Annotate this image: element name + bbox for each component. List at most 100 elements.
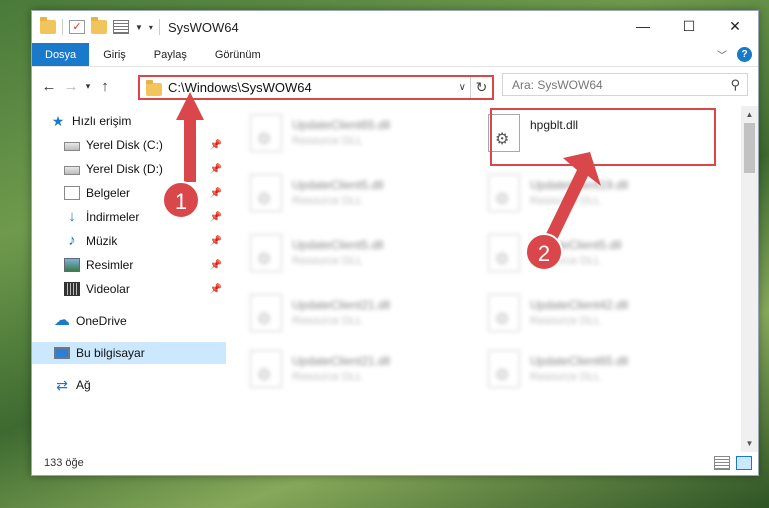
file-name: UpdateClient65.dll: [292, 118, 391, 132]
item-count: 133 öğe: [44, 457, 84, 469]
details-view-icon[interactable]: [714, 456, 730, 470]
address-bar[interactable]: C:\Windows\SysWOW64 ∨ ↻: [138, 75, 494, 100]
computer-icon: [54, 347, 70, 359]
tab-view[interactable]: Görünüm: [201, 43, 275, 66]
sidebar-item-label: Ağ: [76, 378, 91, 392]
sidebar-item-network[interactable]: ⇄ Ağ: [32, 374, 226, 396]
search-icon[interactable]: ⚲: [730, 77, 740, 93]
file-type: Resource DLL: [292, 315, 363, 327]
sidebar-item-quick-access[interactable]: ★ Hızlı erişim: [32, 110, 226, 132]
pin-icon[interactable]: 📌: [210, 164, 222, 175]
file-tile[interactable]: UpdateClient5.dllResource DLL: [228, 230, 448, 276]
pin-icon[interactable]: 📌: [210, 188, 222, 199]
pin-icon[interactable]: 📌: [210, 236, 222, 247]
highlight-box: [490, 108, 716, 166]
pin-icon[interactable]: 📌: [210, 260, 222, 271]
step-badge-1: 1: [162, 181, 200, 219]
file-tile[interactable]: UpdateClient42.dll Resource DLL: [466, 290, 686, 336]
sidebar-item-label: OneDrive: [76, 314, 127, 328]
address-path[interactable]: C:\Windows\SysWOW64: [168, 80, 312, 95]
minimize-button[interactable]: —: [620, 11, 666, 41]
cloud-icon: ☁: [54, 312, 70, 329]
sidebar-item-label: Müzik: [86, 234, 118, 248]
sidebar-item-local-disk-d[interactable]: Yerel Disk (D:) 📌: [32, 158, 226, 180]
drive-icon: [64, 165, 80, 175]
sidebar-item-local-disk-c[interactable]: Yerel Disk (C:) 📌: [32, 134, 226, 156]
search-input[interactable]: Ara: SysWOW64 ⚲: [502, 73, 748, 96]
file-tile[interactable]: UpdateClient65.dll Resource DLL: [228, 110, 448, 156]
properties-check-icon[interactable]: ✓: [69, 20, 85, 34]
sidebar-item-label: Yerel Disk (D:): [86, 162, 163, 176]
dll-file-icon: [250, 350, 282, 388]
maximize-button[interactable]: ☐: [666, 11, 712, 41]
file-list: UpdateClient65.dllResource DLL hpgblt.dl…: [228, 106, 742, 451]
refresh-icon[interactable]: ↻: [470, 77, 492, 98]
file-name: UpdateClient5.dll: [292, 178, 384, 192]
file-tile[interactable]: UpdateClient5.dllResource DLL: [466, 230, 686, 276]
back-arrow-icon[interactable]: ←: [38, 78, 60, 95]
scroll-up-icon[interactable]: ▲: [741, 106, 758, 123]
status-bar: 133 öğe: [32, 451, 758, 475]
quick-access-toolbar: ✓ ▼ ▾: [32, 17, 160, 35]
file-tile[interactable]: UpdateClient21.dll Resource DLL: [228, 290, 448, 336]
file-tile[interactable]: UpdateClient5.dll Resource DLL: [228, 170, 448, 216]
customize-toolbar-icon[interactable]: ▾: [149, 23, 153, 32]
file-name: UpdateClient21.dll: [292, 298, 391, 312]
forward-arrow-icon[interactable]: →: [60, 78, 82, 95]
sidebar-item-music[interactable]: ♪ Müzik 📌: [32, 230, 226, 252]
file-tile[interactable]: UpdateClient21.dll Resource DLL: [228, 346, 448, 392]
up-arrow-icon[interactable]: ↑: [94, 78, 116, 95]
navigation-pane: ★ Hızlı erişim Yerel Disk (C:) 📌 Yerel D…: [32, 106, 226, 451]
dropdown-arrow-icon[interactable]: ▼: [135, 23, 143, 32]
pictures-icon: [64, 258, 80, 272]
pin-icon[interactable]: 📌: [210, 140, 222, 151]
scroll-down-icon[interactable]: ▼: [741, 435, 758, 452]
dll-file-icon: [250, 174, 282, 212]
search-placeholder: Ara: SysWOW64: [512, 77, 603, 92]
window-title: SysWOW64: [167, 19, 239, 35]
tab-home[interactable]: Giriş: [89, 43, 140, 66]
pin-icon[interactable]: 📌: [210, 212, 222, 223]
close-button[interactable]: ✕: [712, 11, 758, 41]
toolbar-divider: [158, 19, 160, 35]
customize-icon[interactable]: [113, 20, 129, 34]
sidebar-item-label: Bu bilgisayar: [76, 346, 145, 360]
vertical-scrollbar[interactable]: ▲ ▼: [741, 106, 758, 452]
new-folder-icon[interactable]: [91, 17, 107, 34]
sidebar-item-label: Videolar: [86, 282, 130, 296]
tab-file[interactable]: Dosya: [32, 43, 90, 66]
file-name: UpdateClient42.dll: [530, 298, 629, 312]
dll-file-icon: [250, 114, 282, 152]
scroll-thumb[interactable]: [744, 123, 755, 173]
dll-file-icon: [488, 294, 520, 332]
title-bar: ✓ ▼ ▾ SysWOW64 — ☐ ✕: [32, 11, 758, 43]
file-name: UpdateClient5.dll: [292, 238, 384, 252]
drive-icon: [64, 141, 80, 151]
large-icons-view-icon[interactable]: [736, 456, 752, 470]
pin-icon[interactable]: 📌: [210, 284, 222, 295]
sidebar-item-videos[interactable]: Videolar 📌: [32, 278, 226, 300]
dll-file-icon: [250, 234, 282, 272]
address-dropdown-icon[interactable]: ∨: [459, 82, 466, 93]
tab-share[interactable]: Paylaş: [140, 43, 201, 66]
dll-file-icon: [488, 234, 520, 272]
file-type: Resource DLL: [292, 195, 363, 207]
folder-icon: [146, 79, 162, 96]
expand-ribbon-icon[interactable]: ﹀: [717, 47, 727, 62]
dll-file-icon: [488, 174, 520, 212]
file-tile[interactable]: UpdateClient65.dll Resource DLL: [466, 346, 686, 392]
help-icon[interactable]: ?: [737, 47, 752, 62]
file-tile[interactable]: UpdateClient19.dll Resource DLL: [466, 170, 686, 216]
videos-icon: [64, 282, 80, 296]
file-type: Resource DLL: [292, 371, 363, 383]
sidebar-item-label: Hızlı erişim: [72, 114, 132, 128]
download-icon: ↓: [68, 208, 76, 225]
network-icon: ⇄: [56, 377, 68, 393]
sidebar-item-this-pc[interactable]: Bu bilgisayar: [32, 342, 226, 364]
music-icon: ♪: [68, 232, 76, 249]
toolbar-divider: [62, 19, 63, 35]
sidebar-item-pictures[interactable]: Resimler 📌: [32, 254, 226, 276]
recent-locations-icon[interactable]: ▾: [82, 81, 94, 92]
file-name: UpdateClient21.dll: [292, 354, 391, 368]
sidebar-item-onedrive[interactable]: ☁ OneDrive: [32, 310, 226, 332]
